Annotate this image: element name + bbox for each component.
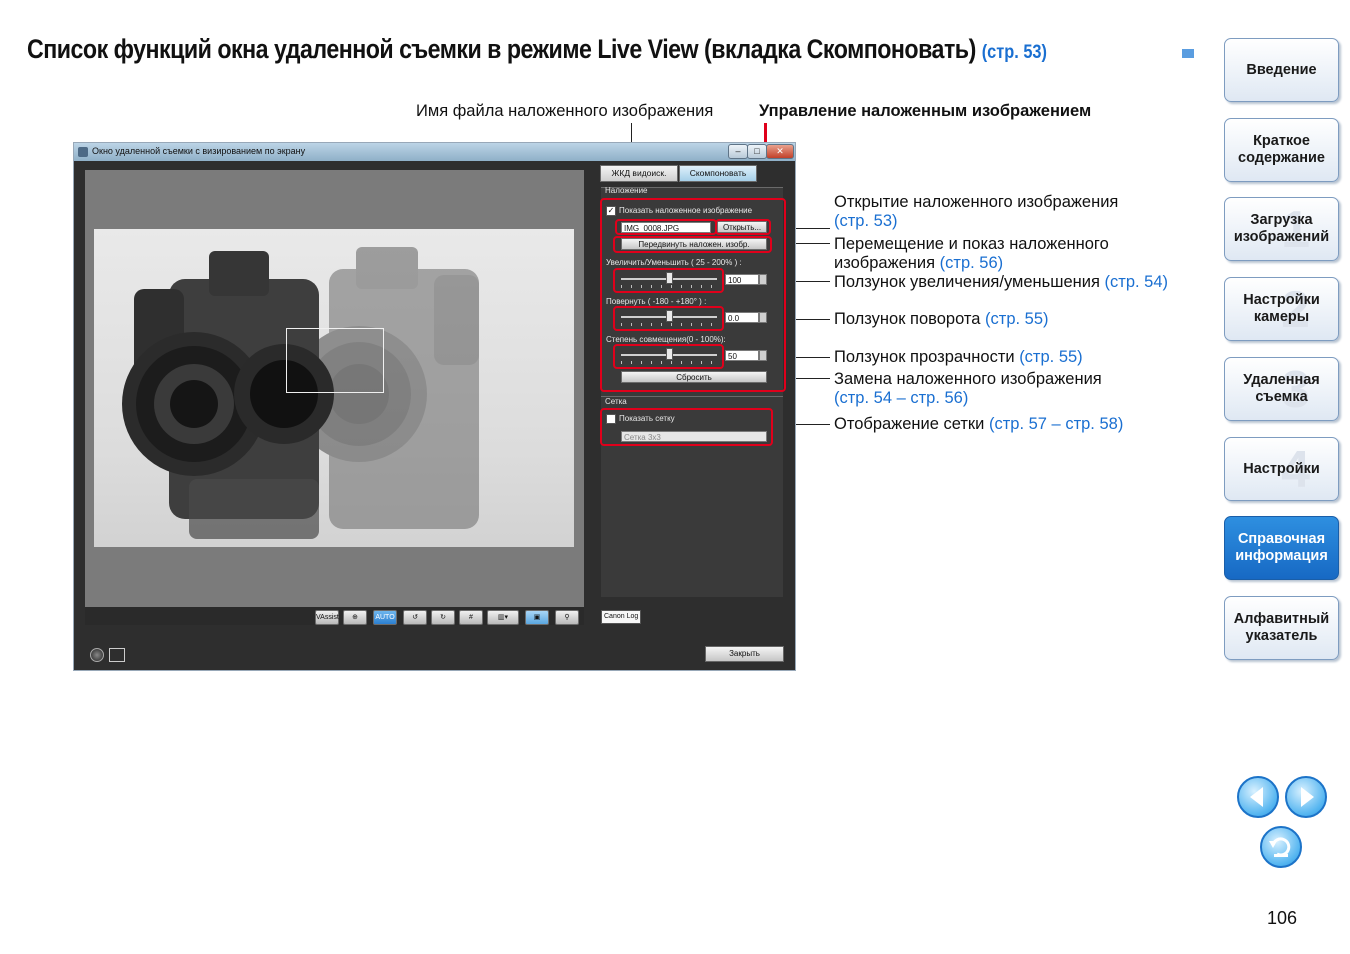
sidebar-item-label: Загрузка изображений [1233, 212, 1330, 245]
highlight-blend [613, 344, 724, 369]
aspect-icon[interactable]: ▥▾ [487, 610, 519, 625]
page-title: Список функций окна удаленной съемки в р… [27, 34, 1047, 65]
highlight-zoom [613, 268, 724, 293]
sidebar-item-intro[interactable]: Введение [1224, 38, 1339, 102]
app-icon [78, 147, 88, 157]
live-view-icon[interactable] [109, 648, 125, 662]
overlay-group-label: Наложение [605, 186, 648, 195]
close-icon[interactable]: ✕ [766, 144, 794, 159]
page-title-text: Список функций окна удаленной съемки в р… [27, 34, 976, 64]
zoom-icon[interactable]: ⚲ [555, 610, 579, 625]
sidebar-item-index[interactable]: Алфавитный указатель [1224, 596, 1339, 660]
highlight-move [613, 236, 772, 253]
callout-grid-text: Отображение сетки [834, 415, 985, 433]
focus-frame[interactable] [286, 328, 384, 393]
grid-group-label: Сетка [605, 397, 627, 406]
maximize-icon[interactable]: □ [747, 144, 767, 159]
sidebar-item-label: Краткое содержание [1238, 133, 1325, 166]
callout-move-overlay-ref[interactable]: (стр. 56) [940, 254, 1004, 272]
callout-blend-slider-ref[interactable]: (стр. 55) [1019, 348, 1083, 366]
next-page-button[interactable] [1285, 776, 1327, 818]
sidebar-item-contents[interactable]: Краткое содержание [1224, 118, 1339, 182]
callout-open-overlay-text: Открытие наложенного изображения [834, 193, 1119, 211]
callout-blend-slider: Ползунок прозрачности (стр. 55) [834, 348, 1083, 367]
sidebar-item-reference[interactable]: Справочная информация [1224, 516, 1339, 580]
callout-grid-ref[interactable]: (стр. 57 – стр. 58) [989, 415, 1123, 433]
rotate-left-icon[interactable]: ↺ [403, 610, 427, 625]
tab-lcd-viewfinder[interactable]: ЖКД видоиск. [600, 165, 678, 182]
minimize-icon[interactable]: – [728, 144, 748, 159]
return-icon [1269, 837, 1291, 857]
callout-move-overlay-text2: изображения [834, 254, 936, 272]
image-icon[interactable]: ▣ [525, 610, 549, 625]
callout-replace-overlay-ref[interactable]: (стр. 54 – стр. 56) [834, 389, 968, 407]
label-overlay-filename: Имя файла наложенного изображения [416, 102, 714, 120]
window-titlebar[interactable]: Окно удаленной съемки с визированием по … [74, 143, 795, 161]
callout-replace-overlay: Замена наложенного изображения (стр. 54 … [834, 370, 1102, 408]
title-marker-icon [1182, 49, 1194, 58]
sidebar-item-download[interactable]: 1 Загрузка изображений [1224, 197, 1339, 261]
callout-move-overlay: Перемещение и показ наложенного изображе… [834, 235, 1109, 273]
live-view-toolbar: VAssist ⊕ AUTO ↺ ↻ # ▥▾ ▣ ⚲ [85, 607, 584, 625]
sidebar-item-remote-shooting[interactable]: 3 Удаленная съемка [1224, 357, 1339, 421]
auto-focus-button[interactable]: AUTO [373, 610, 397, 625]
return-button[interactable] [1260, 826, 1302, 868]
callout-move-overlay-text: Перемещение и показ наложенного [834, 235, 1109, 253]
highlight-grid [600, 408, 773, 446]
sidebar-item-label: Справочная информация [1235, 531, 1328, 564]
sidebar-item-label: Введение [1246, 61, 1317, 78]
callout-open-overlay: Открытие наложенного изображения (стр. 5… [834, 193, 1118, 231]
label-overlay-control: Управление наложенным изображением [759, 102, 1092, 120]
window-title: Окно удаленной съемки с визированием по … [92, 146, 306, 156]
close-window-button[interactable]: Закрыть [705, 646, 784, 662]
callout-replace-overlay-text: Замена наложенного изображения [834, 370, 1102, 388]
callout-rotate-slider: Ползунок поворота (стр. 55) [834, 310, 1049, 329]
sidebar-item-label: Алфавитный указатель [1233, 611, 1330, 644]
rotate-right-icon[interactable]: ↻ [431, 610, 455, 625]
callout-rotate-slider-ref[interactable]: (стр. 55) [985, 310, 1049, 328]
prev-page-button[interactable] [1237, 776, 1279, 818]
sidebar-item-camera-settings[interactable]: 2 Настройки камеры [1224, 277, 1339, 341]
callout-zoom-slider-text: Ползунок увеличения/уменьшения [834, 273, 1100, 291]
highlight-rotate [613, 306, 724, 331]
callout-rotate-slider-text: Ползунок поворота [834, 310, 981, 328]
page-title-ref-link[interactable]: (стр. 53) [982, 42, 1047, 63]
highlight-filename [615, 219, 717, 235]
sidebar-item-label: Настройки камеры [1243, 292, 1320, 325]
remote-live-view-window: Окно удаленной съемки с визированием по … [73, 142, 796, 671]
callout-open-overlay-ref[interactable]: (стр. 53) [834, 212, 898, 230]
v-assist-button[interactable]: VAssist [315, 610, 339, 625]
crosshair-icon[interactable]: ⊕ [343, 610, 367, 625]
callout-blend-slider-text: Ползунок прозрачности [834, 348, 1015, 366]
sidebar-item-label: Удаленная съемка [1243, 372, 1320, 405]
page-number: 106 [1267, 908, 1298, 928]
callout-grid: Отображение сетки (стр. 57 – стр. 58) [834, 415, 1123, 434]
sidebar-item-label: Настройки [1243, 460, 1320, 477]
callout-zoom-slider: Ползунок увеличения/уменьшения (стр. 54) [834, 273, 1168, 292]
arrow-left-icon [1250, 787, 1263, 807]
shutter-icon[interactable] [90, 648, 104, 662]
arrow-right-icon [1301, 787, 1314, 807]
grid-icon[interactable]: # [459, 610, 483, 625]
highlight-open [715, 219, 771, 235]
canon-log-button[interactable]: Canon Log [601, 610, 642, 624]
callout-zoom-slider-ref[interactable]: (стр. 54) [1105, 273, 1169, 291]
tab-compose[interactable]: Скомпоновать [679, 165, 757, 182]
sidebar-item-preferences[interactable]: 4 Настройки [1224, 437, 1339, 501]
